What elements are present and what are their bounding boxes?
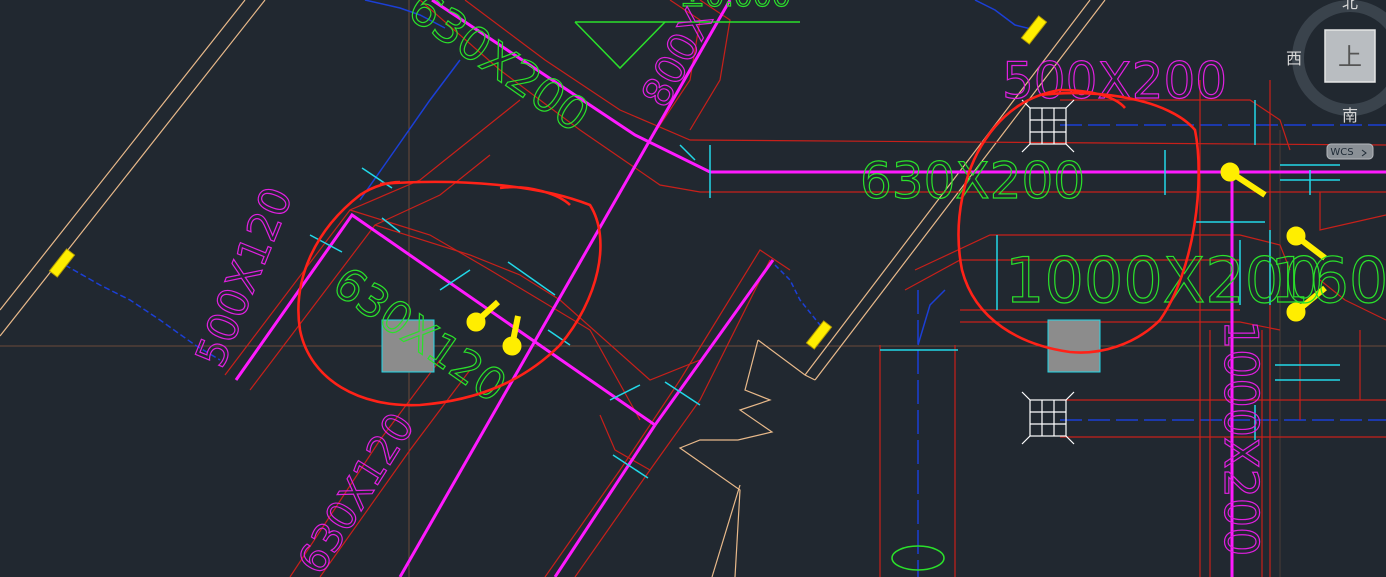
duct-label-right-cut: 160X	[1270, 244, 1386, 317]
duct-label-right-vertical: 1000X200	[1214, 320, 1268, 556]
navcube-south[interactable]: 南	[1342, 106, 1358, 125]
navcube-west[interactable]: 西	[1286, 49, 1302, 68]
cad-drawing-viewport[interactable]: ±0.000 630X200 500X200 630X200 500X120 6…	[0, 0, 1386, 577]
navcube-face-label: 上	[1338, 43, 1362, 71]
wcs-label: WCS	[1330, 147, 1353, 158]
column-right[interactable]	[1047, 319, 1101, 373]
navcube-north[interactable]: 北	[1342, 0, 1358, 12]
